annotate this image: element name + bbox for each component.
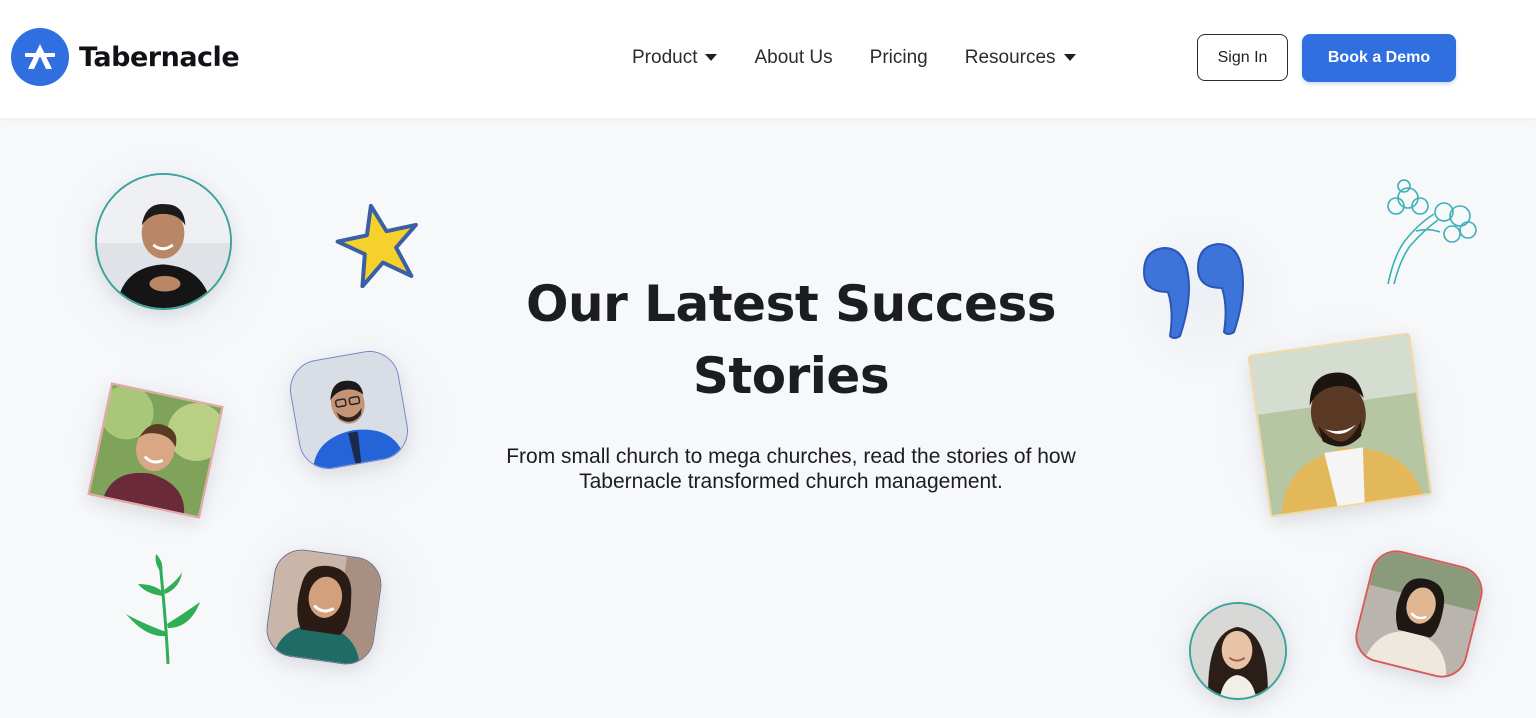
sprout-icon <box>120 552 205 664</box>
testimonial-photo <box>263 546 385 668</box>
tree-icon <box>1376 176 1480 286</box>
hero-subtitle-line1: From small church to mega churches, read… <box>506 445 1076 468</box>
nav-item-label: Pricing <box>869 47 928 68</box>
brand[interactable]: Tabernacle <box>11 28 240 86</box>
nav-item-label: Product <box>632 47 698 68</box>
nav-item-label: About Us <box>754 47 833 68</box>
main-nav: Product About Us Pricing Resources <box>632 44 1076 72</box>
hero-title-line2: Stories <box>692 347 890 405</box>
testimonial-photo <box>285 346 413 474</box>
hero-title: Our Latest Success Stories <box>468 268 1114 412</box>
sign-in-button[interactable]: Sign In <box>1197 34 1288 81</box>
testimonial-photo <box>1247 332 1433 518</box>
nav-item-product[interactable]: Product <box>632 44 718 72</box>
nav-item-pricing[interactable]: Pricing <box>870 44 928 72</box>
site-header: Tabernacle Product About Us Pricing Reso… <box>0 0 1536 118</box>
testimonial-photo <box>95 173 232 310</box>
tabernacle-logo-icon <box>11 28 69 86</box>
star-icon <box>334 200 424 288</box>
hero-subtitle: From small church to mega churches, read… <box>450 444 1132 494</box>
nav-item-about-us[interactable]: About Us <box>754 44 832 72</box>
caret-down-icon <box>1063 54 1076 62</box>
nav-item-label: Resources <box>964 47 1056 68</box>
hero-title-line1: Our Latest Success <box>526 275 1056 333</box>
testimonial-photo <box>87 382 224 519</box>
testimonial-photo <box>1189 602 1287 700</box>
quote-icon <box>1140 240 1248 348</box>
brand-name: Tabernacle <box>79 41 240 73</box>
caret-down-icon <box>705 54 718 62</box>
book-demo-button[interactable]: Book a Demo <box>1302 34 1456 82</box>
nav-item-resources[interactable]: Resources <box>965 44 1076 72</box>
hero-subtitle-line2: Tabernacle transformed church management… <box>579 470 1003 493</box>
